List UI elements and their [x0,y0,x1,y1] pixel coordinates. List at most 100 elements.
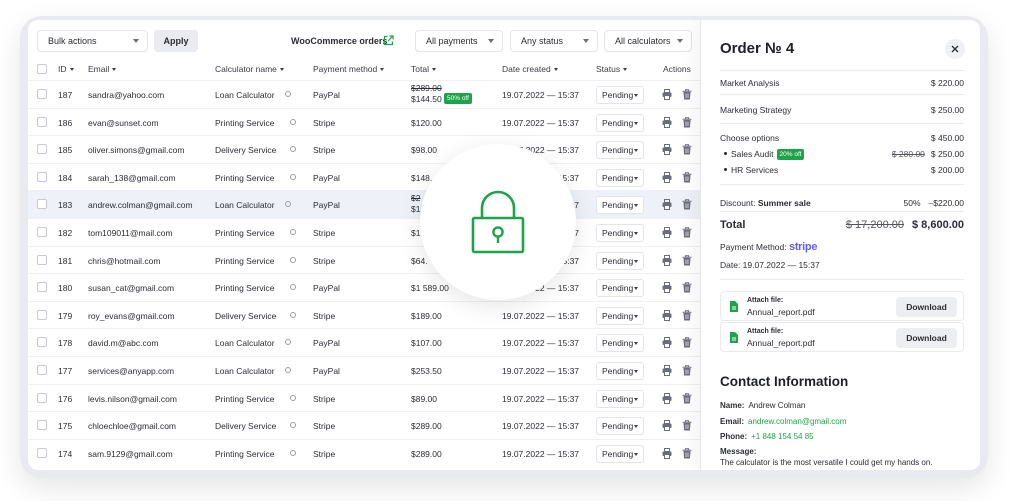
print-icon[interactable] [662,254,672,266]
calculator-name[interactable]: Loan Calculator [215,90,275,100]
trash-icon[interactable] [682,448,692,459]
row-checkbox[interactable] [37,337,47,348]
status-select[interactable]: Pending [596,86,644,104]
row-checkbox[interactable] [37,365,47,375]
trash-icon[interactable] [682,420,692,431]
trash-icon[interactable] [682,365,692,376]
calculator-name[interactable]: Printing Service [215,118,275,128]
status-select[interactable]: Pending [596,417,644,436]
print-icon[interactable] [662,199,672,211]
trash-icon[interactable] [682,116,692,128]
trash-icon[interactable] [682,144,692,155]
trash-icon[interactable] [682,199,692,210]
table-row[interactable]: 183 andrew.colman@gmail.com Loan Calculato… [28,190,700,218]
table-row[interactable]: 177 services@anyapp.com Loan Calculator Pay… [28,356,700,384]
calculator-name[interactable]: Printing Service [215,173,275,183]
trash-icon[interactable] [682,254,692,266]
print-icon[interactable] [662,116,672,128]
trash-icon[interactable] [682,282,692,293]
status-select[interactable]: Pending [596,196,644,215]
table-row[interactable]: 176 levis.nilson@gmail.com Printing Servic… [28,383,700,412]
external-link-icon[interactable] [383,35,394,46]
row-checkbox[interactable] [37,116,47,127]
trash-icon[interactable] [682,392,692,404]
calculator-name[interactable]: Loan Calculator [215,338,275,348]
table-row[interactable]: 186 evan@sunset.com Printing Service Stripe… [28,107,700,136]
row-checkbox[interactable] [37,199,47,210]
row-checkbox[interactable] [37,227,47,237]
print-icon[interactable] [662,447,672,459]
apply-button[interactable]: Apply [154,30,198,52]
trash-icon[interactable] [682,172,692,183]
close-button[interactable] [945,39,965,59]
print-icon[interactable] [662,309,672,321]
column-date[interactable]: Date created [502,64,558,74]
print-icon[interactable] [662,144,672,156]
print-icon[interactable] [662,227,672,238]
print-icon[interactable] [662,365,672,376]
column-id[interactable]: ID [58,64,74,74]
row-checkbox[interactable] [37,392,47,403]
table-row[interactable]: 178 david.m@abc.com Loan Calculator PayPal $… [28,328,700,356]
table-row[interactable]: 182 tom109011@mail.com Printing Service Str… [28,218,700,246]
row-checkbox[interactable] [37,420,47,431]
print-icon[interactable] [662,171,672,183]
table-row[interactable]: 180 susan_cat@gmail.com Printing Service Pa… [28,273,700,301]
calculator-name[interactable]: Printing Service [215,283,275,293]
print-icon[interactable] [662,420,672,432]
status-select[interactable]: Pending [596,389,644,408]
print-icon[interactable] [662,282,672,294]
bulk-actions-select[interactable]: Bulk actions [37,30,148,52]
row-checkbox[interactable] [37,282,47,293]
status-select[interactable]: Pending [596,362,644,380]
payments-filter[interactable]: All payments [415,30,503,52]
calculator-name[interactable]: Printing Service [215,449,275,459]
calculator-name[interactable]: Printing Service [215,256,275,266]
table-row[interactable]: 185 oliver.simons@gmail.com Delivery Servi… [28,135,700,163]
row-checkbox[interactable] [37,89,47,99]
calculator-name[interactable]: Delivery Service [215,421,276,431]
column-status[interactable]: Status [596,64,628,74]
table-row[interactable]: 181 chris@hotmail.com Printing Service Stri… [28,245,700,274]
trash-icon[interactable] [682,337,692,348]
table-row[interactable]: 184 sarah_138@gmail.com Printing Service Pa… [28,162,700,191]
trash-icon[interactable] [682,227,692,238]
download-button[interactable]: Download [896,328,957,348]
row-checkbox[interactable] [37,254,47,265]
print-icon[interactable] [662,89,672,100]
calculator-name[interactable]: Loan Calculator [215,200,275,210]
contact-phone-link[interactable]: +1 848 154 54 85 [751,432,814,441]
download-button[interactable]: Download [896,297,957,317]
row-checkbox[interactable] [37,171,47,182]
status-select[interactable]: Pending [596,334,644,353]
status-select[interactable]: Pending [596,251,644,270]
status-select[interactable]: Pending [596,141,644,160]
status-select[interactable]: Pending [596,224,644,242]
woocommerce-orders-link[interactable]: WooCommerce orders [291,32,387,50]
calculator-name[interactable]: Printing Service [215,394,275,404]
calculators-filter[interactable]: All calculators [604,30,692,52]
row-checkbox[interactable] [37,144,47,155]
status-select[interactable]: Pending [596,279,644,298]
column-email[interactable]: Email [88,64,117,74]
status-select[interactable]: Pending [596,168,644,187]
trash-icon[interactable] [682,89,692,100]
status-filter[interactable]: Any status [510,30,598,52]
print-icon[interactable] [662,392,672,404]
column-payment[interactable]: Payment method [313,64,385,74]
status-select[interactable]: Pending [596,113,644,132]
table-row[interactable]: 179 roy_evans@gmail.com Delivery Service St… [28,300,700,329]
table-row[interactable]: 175 chloechloe@gmail.com Delivery Service S… [28,411,700,439]
status-select[interactable]: Pending [596,444,644,463]
row-checkbox[interactable] [37,447,47,458]
table-row[interactable]: 174 sam.9129@gmail.com Printing Service Str… [28,438,700,467]
status-select[interactable]: Pending [596,306,644,325]
print-icon[interactable] [662,337,672,349]
column-calculator[interactable]: Calculator name [215,64,284,74]
select-all-checkbox[interactable] [37,64,47,74]
trash-icon[interactable] [682,310,692,321]
contact-email-link[interactable]: andrew.colman@gmail.com [748,417,846,426]
row-checkbox[interactable] [37,309,47,320]
calculator-name[interactable]: Delivery Service [215,145,276,155]
calculator-name[interactable]: Loan Calculator [215,366,275,376]
